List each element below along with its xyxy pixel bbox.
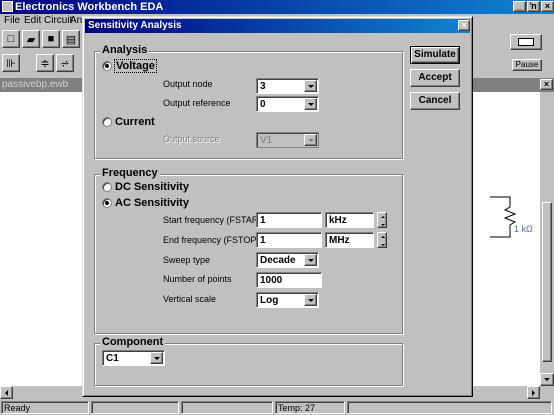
sensitivity-analysis-dialog: Sensitivity Analysis × Analysis Voltage … xyxy=(82,16,473,397)
number-of-points-input[interactable]: 1000 xyxy=(256,272,322,288)
chevron-down-icon[interactable] xyxy=(304,80,317,92)
app-title: Electronics Workbench EDA xyxy=(15,1,164,13)
end-frequency-label: End frequency (FSTOP) xyxy=(163,235,260,245)
vertical-scale-select[interactable]: Log xyxy=(256,292,319,308)
end-frequency-value: 1 xyxy=(260,235,266,246)
vertical-scale-label: Vertical scale xyxy=(163,294,217,304)
output-reference-label: Output reference xyxy=(163,98,231,108)
status-bar: Ready Temp: 27 xyxy=(0,400,554,415)
number-of-points-value: 1000 xyxy=(260,275,283,286)
print-icon[interactable]: ▤ xyxy=(62,30,80,48)
menu-file[interactable]: File xyxy=(4,15,20,26)
end-frequency-spinner[interactable] xyxy=(377,232,387,248)
chevron-down-icon[interactable] xyxy=(304,98,317,110)
dialog-title: Sensitivity Analysis xyxy=(88,20,182,31)
spin-up-icon[interactable] xyxy=(378,213,388,221)
dc-sensitivity-radio-dot xyxy=(102,182,112,192)
status-cell-2 xyxy=(91,401,179,414)
chevron-down-icon[interactable] xyxy=(150,352,163,364)
status-cell-5 xyxy=(347,401,552,414)
voltage-radio[interactable]: Voltage xyxy=(102,59,157,73)
dc-sensitivity-label: DC Sensitivity xyxy=(115,181,189,193)
accept-button[interactable]: Accept xyxy=(410,69,460,87)
start-frequency-label: Start frequency (FSTART) xyxy=(163,215,267,225)
menu-circuit[interactable]: Circuit xyxy=(44,15,72,26)
save-icon[interactable]: ■ xyxy=(42,30,60,48)
scroll-right-arrow-icon[interactable] xyxy=(527,386,540,399)
output-node-label: Output node xyxy=(163,79,213,89)
voltage-radio-dot xyxy=(102,61,112,71)
app-icon xyxy=(2,1,13,12)
close-button[interactable]: × xyxy=(541,1,554,12)
output-node-select[interactable]: 3 xyxy=(256,78,319,94)
analysis-group-label: Analysis xyxy=(100,44,150,56)
component-select[interactable]: C1 xyxy=(102,350,165,366)
sweep-type-value: Decade xyxy=(260,255,296,266)
output-reference-select[interactable]: 0 xyxy=(256,96,319,112)
chevron-down-icon xyxy=(304,134,317,146)
ground-icon[interactable]: ≑ xyxy=(36,54,54,72)
output-source-label: Output source xyxy=(163,134,220,144)
document-title: passivebp.ewb xyxy=(2,79,69,90)
ac-sensitivity-radio-dot xyxy=(102,198,112,208)
minimize-button[interactable]: _ xyxy=(513,1,526,12)
number-of-points-label: Number of points xyxy=(163,274,232,284)
output-reference-value: 0 xyxy=(260,99,266,110)
end-frequency-input[interactable]: 1 xyxy=(256,232,322,248)
component-value: C1 xyxy=(106,353,119,364)
resistor-icon[interactable]: ⩫ xyxy=(56,54,74,72)
end-frequency-unit[interactable]: MHz xyxy=(325,232,374,248)
pause-button[interactable]: Pause xyxy=(512,59,542,71)
new-file-icon[interactable]: □ xyxy=(2,30,20,48)
vertical-scrollbar[interactable] xyxy=(540,92,554,388)
sweep-type-label: Sweep type xyxy=(163,255,211,265)
resistor-symbol xyxy=(490,196,517,238)
status-ready: Ready xyxy=(1,401,89,414)
ac-sensitivity-radio[interactable]: AC Sensitivity xyxy=(102,197,189,209)
open-file-icon[interactable]: ▰ xyxy=(22,30,40,48)
chevron-down-icon[interactable] xyxy=(304,294,317,306)
component-icon[interactable]: ⊪ xyxy=(2,54,20,72)
dc-sensitivity-radio[interactable]: DC Sensitivity xyxy=(102,181,189,193)
spin-up-icon[interactable] xyxy=(378,233,388,241)
component-group-label: Component xyxy=(100,336,166,348)
output-node-value: 3 xyxy=(260,81,266,92)
ac-sensitivity-label: AC Sensitivity xyxy=(115,197,189,209)
voltage-radio-label: Voltage xyxy=(114,59,157,73)
start-frequency-input[interactable]: 1 xyxy=(256,212,322,228)
output-source-value: V1 xyxy=(260,135,273,146)
current-radio-label: Current xyxy=(115,116,155,128)
status-temp: Temp: 27 xyxy=(275,401,345,414)
spin-down-icon[interactable] xyxy=(378,221,388,229)
vertical-scale-value: Log xyxy=(260,295,279,306)
current-radio-dot xyxy=(102,117,112,127)
output-source-select[interactable]: V1 xyxy=(256,132,319,148)
document-close-button[interactable]: × xyxy=(540,79,553,90)
frequency-group-label: Frequency xyxy=(100,167,160,179)
chevron-down-icon[interactable] xyxy=(304,254,317,266)
scroll-left-arrow-icon[interactable] xyxy=(0,386,13,399)
start-frequency-unit-value: kHz xyxy=(329,215,347,226)
start-frequency-value: 1 xyxy=(260,215,266,226)
sweep-type-select[interactable]: Decade xyxy=(256,252,319,268)
maximize-button[interactable]: ŉ xyxy=(527,1,540,12)
spin-down-icon[interactable] xyxy=(378,241,388,249)
start-frequency-unit[interactable]: kHz xyxy=(325,212,374,228)
scroll-down-arrow-icon[interactable] xyxy=(540,373,554,386)
dialog-close-button[interactable]: × xyxy=(458,20,470,31)
status-cell-3 xyxy=(181,401,273,414)
app-title-bar: Electronics Workbench EDA xyxy=(0,0,554,14)
start-frequency-spinner[interactable] xyxy=(377,212,387,228)
simulate-button[interactable]: Simulate xyxy=(410,46,460,64)
vertical-scroll-thumb[interactable] xyxy=(542,202,552,362)
resistor-label: 1 kΩ xyxy=(514,224,533,234)
end-frequency-unit-value: MHz xyxy=(329,235,350,246)
cancel-button[interactable]: Cancel xyxy=(410,92,460,110)
power-switch-icon[interactable] xyxy=(510,34,542,50)
dialog-title-bar: Sensitivity Analysis × xyxy=(85,19,470,33)
menu-edit[interactable]: Edit xyxy=(24,15,41,26)
current-radio[interactable]: Current xyxy=(102,116,155,128)
menu-analysis[interactable]: An xyxy=(70,15,82,26)
